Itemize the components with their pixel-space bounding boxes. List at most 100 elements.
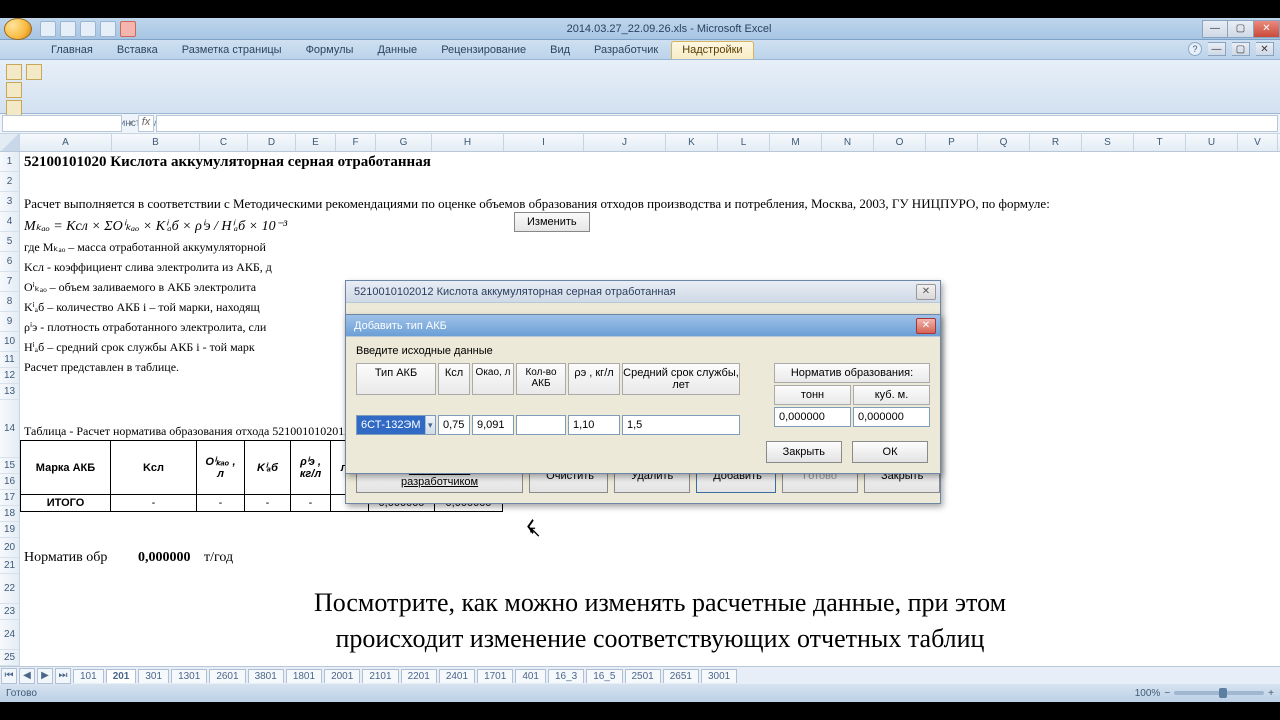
col-S[interactable]: S	[1082, 134, 1134, 151]
tab-review[interactable]: Рецензирование	[430, 41, 537, 59]
row-1[interactable]: 1	[0, 152, 19, 172]
row-12[interactable]: 12	[0, 368, 19, 384]
office-button[interactable]	[4, 18, 32, 40]
col-O[interactable]: O	[874, 134, 926, 151]
tab-insert[interactable]: Вставка	[106, 41, 169, 59]
row-7[interactable]: 7	[0, 272, 19, 292]
ribbon-minimize-icon[interactable]: —	[1208, 42, 1226, 56]
zoom-slider[interactable]	[1174, 691, 1264, 695]
col-C[interactable]: C	[200, 134, 248, 151]
col-Q[interactable]: Q	[978, 134, 1030, 151]
col-D[interactable]: D	[248, 134, 296, 151]
ribbon-close-icon[interactable]: ✕	[1256, 42, 1274, 56]
row-3[interactable]: 3	[0, 192, 19, 212]
namebox-dropdown-icon[interactable]: ▾	[124, 114, 138, 133]
sheet-tab[interactable]: 2501	[625, 669, 661, 683]
sheet-tab[interactable]: 2101	[362, 669, 398, 683]
zoom-out-icon[interactable]: −	[1164, 688, 1170, 699]
addin-icon-3[interactable]	[6, 82, 22, 98]
sheet-tab[interactable]: 1301	[171, 669, 207, 683]
sheet-tab[interactable]: 2201	[401, 669, 437, 683]
srok-field[interactable]	[622, 415, 740, 435]
row-21[interactable]: 21	[0, 558, 19, 574]
sheet-tab[interactable]: 201	[106, 669, 137, 683]
qat-save-icon[interactable]	[40, 21, 56, 37]
select-all-corner[interactable]	[0, 134, 20, 151]
sheet-tab[interactable]: 2651	[663, 669, 699, 683]
col-M[interactable]: M	[770, 134, 822, 151]
row-11[interactable]: 11	[0, 352, 19, 368]
sheet-tab[interactable]: 101	[73, 669, 104, 683]
row-20[interactable]: 20	[0, 538, 19, 558]
rho-field[interactable]	[568, 415, 620, 435]
row-13[interactable]: 13	[0, 384, 19, 400]
chevron-down-icon[interactable]: ▾	[425, 416, 435, 434]
row-19[interactable]: 19	[0, 522, 19, 538]
col-K[interactable]: K	[666, 134, 718, 151]
col-E[interactable]: E	[296, 134, 336, 151]
col-H[interactable]: H	[432, 134, 504, 151]
col-J[interactable]: J	[584, 134, 666, 151]
tab-developer[interactable]: Разработчик	[583, 41, 669, 59]
fx-icon[interactable]: fx	[138, 115, 154, 132]
tip-combo[interactable]: 6СТ-132ЭМ ▾	[356, 415, 436, 435]
tab-view[interactable]: Вид	[539, 41, 581, 59]
sheet-tab[interactable]: 2401	[439, 669, 475, 683]
col-A[interactable]: A	[20, 134, 112, 151]
sheet-tab[interactable]: 2601	[209, 669, 245, 683]
maximize-button[interactable]: ▢	[1228, 20, 1254, 38]
change-button[interactable]: Изменить	[514, 212, 590, 232]
row-17[interactable]: 17	[0, 490, 19, 506]
sheet-nav-next-icon[interactable]: ▶	[37, 668, 53, 684]
row-18[interactable]: 18	[0, 506, 19, 522]
sheet-tab[interactable]: 3801	[248, 669, 284, 683]
sheet-tab[interactable]: 1701	[477, 669, 513, 683]
ok-button[interactable]: ОК	[852, 441, 928, 463]
ksl-field[interactable]	[438, 415, 470, 435]
name-box[interactable]	[2, 115, 122, 132]
addin-icon-2[interactable]	[26, 64, 42, 80]
qat-close-icon[interactable]	[120, 21, 136, 37]
sheet-nav-first-icon[interactable]: ⏮	[1, 668, 17, 684]
row-2[interactable]: 2	[0, 172, 19, 192]
row-16[interactable]: 16	[0, 474, 19, 490]
add-dialog-close-icon[interactable]: ✕	[916, 318, 936, 334]
row-6[interactable]: 6	[0, 252, 19, 272]
col-G[interactable]: G	[376, 134, 432, 151]
col-P[interactable]: P	[926, 134, 978, 151]
zoom-percent[interactable]: 100%	[1135, 688, 1161, 699]
parent-dialog-close-icon[interactable]: ✕	[916, 284, 936, 300]
sheet-tab[interactable]: 3001	[701, 669, 737, 683]
row-22[interactable]: 22	[0, 574, 19, 604]
okao-field[interactable]	[472, 415, 514, 435]
qat-undo-icon[interactable]	[60, 21, 76, 37]
row-14[interactable]: 14	[0, 400, 19, 458]
row-25[interactable]: 25	[0, 650, 19, 666]
tab-formulas[interactable]: Формулы	[295, 41, 365, 59]
row-5[interactable]: 5	[0, 232, 19, 252]
kolvo-field[interactable]	[516, 415, 566, 435]
formula-input[interactable]	[156, 115, 1278, 132]
tab-home[interactable]: Главная	[40, 41, 104, 59]
col-T[interactable]: T	[1134, 134, 1186, 151]
zoom-in-icon[interactable]: +	[1268, 688, 1274, 699]
tab-pagelayout[interactable]: Разметка страницы	[171, 41, 293, 59]
ribbon-restore-icon[interactable]: ▢	[1232, 42, 1250, 56]
add-close-button[interactable]: Закрыть	[766, 441, 842, 463]
row-4[interactable]: 4	[0, 212, 19, 232]
minimize-button[interactable]: —	[1202, 20, 1228, 38]
row-15[interactable]: 15	[0, 458, 19, 474]
row-9[interactable]: 9	[0, 312, 19, 332]
row-10[interactable]: 10	[0, 332, 19, 352]
col-B[interactable]: B	[112, 134, 200, 151]
sheet-tab[interactable]: 1801	[286, 669, 322, 683]
tab-data[interactable]: Данные	[366, 41, 428, 59]
col-V[interactable]: V	[1238, 134, 1278, 151]
row-24[interactable]: 24	[0, 620, 19, 650]
sheet-tab[interactable]: 16_5	[586, 669, 622, 683]
qat-print-icon[interactable]	[100, 21, 116, 37]
tab-addins[interactable]: Надстройки	[671, 41, 753, 59]
sheet-nav-prev-icon[interactable]: ◀	[19, 668, 35, 684]
col-L[interactable]: L	[718, 134, 770, 151]
sheet-tab[interactable]: 2001	[324, 669, 360, 683]
